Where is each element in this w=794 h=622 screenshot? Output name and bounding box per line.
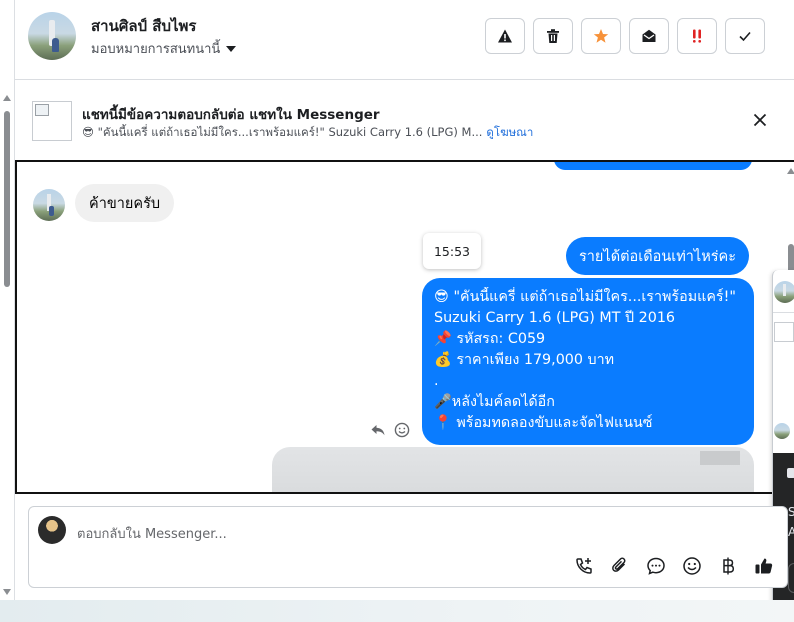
close-notice-button[interactable] [749, 109, 771, 131]
warning-icon [498, 29, 512, 43]
star-button[interactable] [581, 18, 621, 54]
message-line: 🎤หลังไมค์ลดได้อีก [434, 394, 555, 410]
page: สานศิลป์ สืบไพร มอบหมายการสนทนานี้ แชทนี… [0, 0, 794, 622]
done-button[interactable] [725, 18, 765, 54]
attach-button[interactable] [609, 555, 631, 577]
message-line: 📍 พร้อมทดลองขับและจัดไฟแนนซ์ [434, 415, 653, 431]
baht-icon [723, 557, 735, 575]
notice-subtitle-text: 😎 "คันนี้แครี่ แต่ถ้าเธอไม่มีใคร...เราพร… [82, 125, 483, 139]
reply-composer: ตอบกลับใน Messenger... [28, 506, 788, 588]
notice-subtitle: 😎 "คันนี้แครี่ แต่ถ้าเธอไม่มีใคร...เราพร… [82, 124, 533, 142]
message-line: . [434, 373, 439, 389]
report-button[interactable] [485, 18, 525, 54]
mark-unread-button[interactable] [629, 18, 669, 54]
avatar [38, 516, 66, 544]
message-thread[interactable]: ค้าขายครับ 15:53 รายได้ต่อเดือนเท่าไหร่ค… [15, 160, 794, 494]
outgoing-message-bubble[interactable] [554, 162, 752, 170]
reply-icon[interactable] [370, 422, 386, 438]
timestamp-tooltip: 15:53 [423, 233, 481, 269]
add-call-button[interactable] [573, 555, 595, 577]
composer-toolbar [573, 555, 775, 577]
ad-thumbnail[interactable] [32, 101, 72, 141]
check-icon [739, 31, 751, 42]
delete-button[interactable] [533, 18, 573, 54]
popup-button[interactable] [788, 563, 794, 593]
conversation-header: สานศิลป์ สืบไพร มอบหมายการสนทนานี้ [15, 0, 794, 80]
view-ad-link[interactable]: ดูโฆษณา [486, 125, 533, 139]
scroll-up-arrow-icon[interactable] [3, 95, 11, 101]
like-button[interactable] [753, 555, 775, 577]
assign-label: มอบหมายการสนทนานี้ [91, 42, 221, 57]
outgoing-ad-message-bubble[interactable]: 😎 "คันนี้แครี่ แต่ถ้าเธอไม่มีใคร...เราพร… [422, 278, 754, 445]
image-thumbnail[interactable] [774, 322, 794, 342]
popup-text: A [788, 525, 794, 539]
scroll-thumb[interactable] [4, 111, 10, 287]
incoming-message-bubble[interactable]: ค้าขายครับ [75, 184, 175, 222]
close-icon [753, 113, 767, 127]
emoji-button[interactable] [681, 555, 703, 577]
message-line: 💰 ราคาเพียง 179,000 บาท [434, 352, 615, 368]
scroll-down-arrow-icon[interactable] [3, 589, 11, 595]
thumbs-up-icon [755, 558, 773, 574]
message-line: Suzuki Carry 1.6 (LPG) MT ปี 2016 [434, 310, 676, 326]
message-line: 📌 รหัสรถ: C059 [434, 331, 546, 347]
caret-down-icon [226, 45, 237, 52]
header-actions [485, 18, 765, 54]
avatar[interactable] [33, 189, 65, 221]
phone-plus-icon [576, 558, 592, 574]
calendar-icon [787, 468, 794, 478]
message-actions [370, 422, 410, 438]
message-line: 😎 "คันนี้แครี่ แต่ถ้าเธอไม่มีใคร...เราพร… [434, 289, 736, 305]
ad-reply-notice: แชทนี้มีข้อความตอบกลับต่อ แชทใน Messenge… [15, 81, 794, 159]
exclamation-icon [693, 29, 701, 43]
paperclip-icon [612, 557, 626, 572]
reply-input[interactable]: ตอบกลับใน Messenger... [77, 523, 227, 544]
priority-button[interactable] [677, 18, 717, 54]
trash-icon [547, 29, 559, 43]
avatar[interactable] [28, 12, 76, 60]
image-attachment[interactable] [272, 447, 754, 492]
star-icon [593, 29, 609, 43]
emoji-icon [683, 557, 701, 575]
left-scrollbar[interactable] [3, 95, 11, 595]
outgoing-message-bubble[interactable]: รายได้ต่อเดือนเท่าไหร่คะ [566, 237, 750, 275]
popup-text: S [788, 505, 794, 519]
notice-title: แชทนี้มีข้อความตอบกลับต่อ แชทใน Messenge… [82, 107, 380, 123]
contact-name[interactable]: สานศิลป์ สืบไพร [91, 14, 196, 38]
chat-bubble-icon [647, 557, 665, 575]
avatar[interactable] [774, 281, 794, 303]
divider [773, 312, 794, 313]
scroll-up-arrow-icon[interactable] [787, 168, 794, 174]
envelope-open-icon [642, 29, 656, 42]
page-background [0, 600, 794, 622]
emoji-react-icon[interactable] [394, 422, 410, 438]
assign-dropdown[interactable]: มอบหมายการสนทนานี้ [91, 38, 237, 59]
payment-button[interactable] [717, 555, 739, 577]
avatar[interactable] [774, 423, 790, 439]
saved-replies-button[interactable] [645, 555, 667, 577]
